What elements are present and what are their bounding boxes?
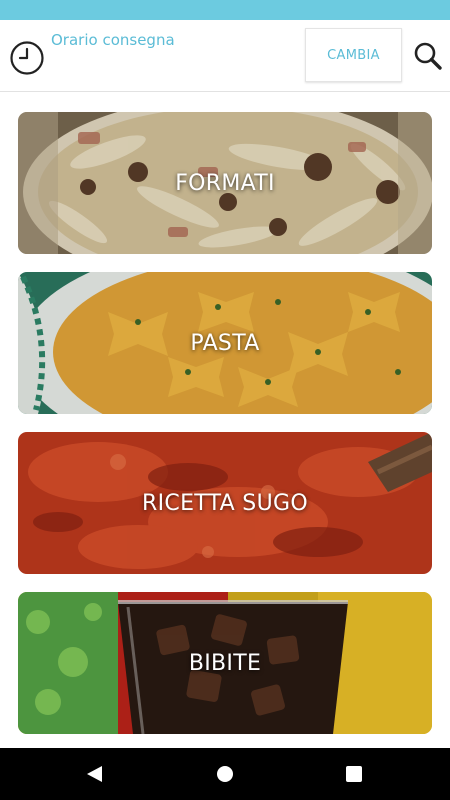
category-label: FORMATI [175, 170, 275, 196]
change-button[interactable]: CAMBIA [305, 28, 402, 82]
category-label: BIBITE [188, 650, 262, 676]
recent-apps-icon[interactable] [345, 765, 363, 783]
delivery-time-label: Orario consegna [51, 31, 175, 49]
category-label: RICETTA SUGO [142, 490, 308, 516]
back-triangle-icon[interactable] [84, 764, 104, 784]
category-card-ricetta-sugo[interactable]: RICETTA SUGO [18, 432, 432, 574]
search-icon[interactable] [412, 40, 444, 72]
category-label: PASTA [190, 330, 260, 356]
status-bar [0, 0, 450, 20]
home-circle-icon[interactable] [216, 765, 234, 783]
app-screen: Orario consegna CAMBIA FORMATI PASTA RIC… [0, 0, 450, 800]
header: Orario consegna CAMBIA [0, 20, 450, 92]
clock-icon [10, 41, 44, 75]
category-card-pasta[interactable]: PASTA [18, 272, 432, 414]
category-card-formati[interactable]: FORMATI [18, 112, 432, 254]
category-list: FORMATI PASTA RICETTA SUGO BIBITE [18, 112, 432, 752]
system-nav-bar [0, 748, 450, 800]
category-card-bibite[interactable]: BIBITE [18, 592, 432, 734]
